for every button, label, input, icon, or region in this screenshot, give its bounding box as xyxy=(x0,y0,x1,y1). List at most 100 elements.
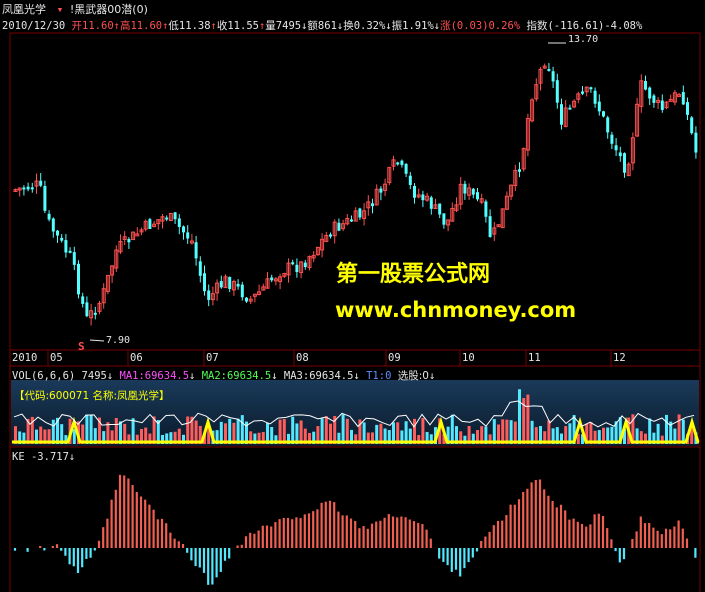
vol-bar xyxy=(278,419,282,444)
candle-body xyxy=(690,117,694,134)
candle-body xyxy=(51,218,55,232)
axis-label-09: 09 xyxy=(388,352,401,364)
candle-body xyxy=(396,162,400,165)
candle-body xyxy=(22,187,26,190)
candle-body xyxy=(295,264,299,273)
candle-body xyxy=(408,175,412,185)
candle-body xyxy=(555,80,559,103)
vol-bar xyxy=(324,416,328,444)
vol-bar xyxy=(501,419,505,444)
vol-t1: T1:0 xyxy=(366,370,392,382)
candle-body xyxy=(694,132,698,153)
vol-bar xyxy=(186,416,190,444)
vol-bar xyxy=(291,416,295,444)
ke-title[interactable]: KE xyxy=(12,451,25,463)
candle-body xyxy=(568,107,572,110)
candle-body xyxy=(291,262,295,265)
candle-body xyxy=(26,186,30,190)
candle-body xyxy=(148,219,152,230)
candle-body xyxy=(648,87,652,99)
candle-body xyxy=(593,90,597,104)
candle-body xyxy=(551,71,555,82)
candle-body xyxy=(182,226,185,233)
vol-ma2: MA2:69634.5 xyxy=(201,370,272,382)
candle-body xyxy=(681,92,685,105)
candle-body xyxy=(429,197,433,209)
candle-body xyxy=(518,169,521,172)
candle-body xyxy=(60,237,64,241)
candle-body xyxy=(329,234,332,237)
candle-body xyxy=(85,302,89,317)
vol-value: 7495 xyxy=(81,370,107,382)
candle-body xyxy=(602,111,605,117)
candle-body xyxy=(228,276,232,289)
candle-body xyxy=(165,217,169,220)
candle-body xyxy=(30,187,34,190)
candle-body xyxy=(400,160,404,165)
candle-body xyxy=(43,185,47,211)
candle-body xyxy=(404,163,408,174)
candle-body xyxy=(660,100,664,110)
axis-label-07: 07 xyxy=(206,352,219,364)
candle-body xyxy=(589,87,593,90)
min-pointer xyxy=(89,339,105,342)
min-price-label: 7.90 xyxy=(106,335,131,346)
vol-bar xyxy=(509,420,513,444)
candle-body xyxy=(39,180,43,186)
candle-body xyxy=(606,117,610,133)
candle-body xyxy=(476,192,479,200)
max-price-label: 13.70 xyxy=(568,34,599,45)
axis-label-2010: 2010 xyxy=(12,352,38,364)
candle-body xyxy=(198,261,202,276)
vol-bar xyxy=(665,414,668,444)
candle-body xyxy=(484,201,488,217)
vol-bar xyxy=(547,420,551,444)
vol-bar xyxy=(648,418,652,444)
axis-label-12: 12 xyxy=(613,352,626,364)
ke-value: -3.717 xyxy=(30,451,69,463)
candle-body xyxy=(127,238,131,243)
axis-label-05: 05 xyxy=(50,352,63,364)
vol-bar xyxy=(299,420,303,444)
vol-bar xyxy=(89,415,93,444)
vol-bar xyxy=(526,394,530,444)
candle-body xyxy=(421,194,425,201)
vol-title[interactable]: VOL(6,6,6) xyxy=(12,370,75,382)
vol-select: 选股:0 xyxy=(397,370,429,382)
vol-bar xyxy=(450,414,454,444)
candle-body xyxy=(207,290,211,300)
candle-body xyxy=(64,240,68,253)
candle-body xyxy=(219,281,223,288)
candle-body xyxy=(644,81,647,90)
candle-body xyxy=(623,153,626,173)
vol-ma1: MA1:69634.5 xyxy=(119,370,190,382)
vol-bar xyxy=(85,414,89,444)
vol-bar xyxy=(194,420,198,444)
axis-label-08: 08 xyxy=(296,352,309,364)
candle-body xyxy=(245,297,248,302)
watermark-title: 第一股票公式网 xyxy=(336,262,491,287)
vol-bar xyxy=(114,417,118,444)
kline-chart[interactable] xyxy=(0,0,705,592)
vol-bar xyxy=(677,414,681,444)
vol-panel-title-row: VOL(6,6,6) 7495↓ MA1:69634.5↓ MA2:69634.… xyxy=(12,370,436,382)
candle-body xyxy=(186,232,190,239)
candle-body xyxy=(442,213,446,225)
candle-body xyxy=(358,208,362,218)
axis-label-11: 11 xyxy=(528,352,541,364)
vol-bar xyxy=(282,419,286,444)
candle-body xyxy=(81,296,85,304)
candle-body xyxy=(379,188,383,193)
candle-body xyxy=(488,216,492,237)
watermark-url: www.chnmoney.com xyxy=(335,298,577,322)
vol-bar xyxy=(413,418,416,444)
vol-bar xyxy=(131,418,135,444)
vol-bar xyxy=(320,418,324,444)
candle-body xyxy=(597,101,601,112)
candle-body xyxy=(236,283,240,287)
candle-body xyxy=(581,91,584,94)
vol-bar xyxy=(228,418,232,444)
candle-body xyxy=(177,218,181,227)
candle-body xyxy=(560,104,563,125)
candle-body xyxy=(93,312,97,315)
